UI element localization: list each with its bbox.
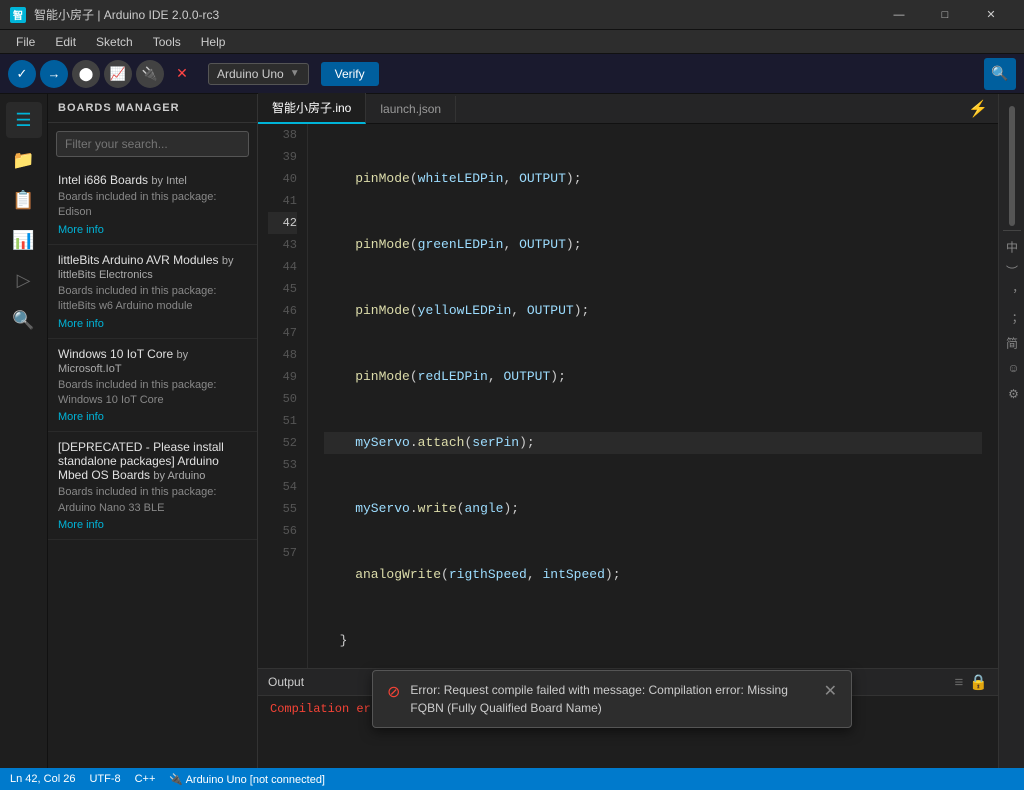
menu-tools[interactable]: Tools bbox=[143, 33, 191, 51]
right-btn-settings[interactable]: ⚙ bbox=[1001, 381, 1023, 407]
code-editor[interactable]: 38 39 40 41 42 43 44 45 46 47 48 49 50 5… bbox=[258, 124, 998, 668]
status-bar: Ln 42, Col 26 UTF-8 C++ 🔌 Arduino Uno [n… bbox=[0, 768, 1024, 790]
board-entry-name: Intel i686 Boards by Intel bbox=[58, 173, 247, 187]
output-actions: ≡ 🔒 bbox=[955, 673, 988, 691]
status-board: 🔌 Arduino Uno [not connected] bbox=[169, 773, 325, 786]
board-entry-name4: [DEPRECATED - Please install standalone … bbox=[58, 440, 247, 482]
tab-launch-json[interactable]: launch.json bbox=[366, 96, 456, 122]
error-toast-close-button[interactable]: ✕ bbox=[824, 681, 837, 701]
menu-help[interactable]: Help bbox=[191, 33, 236, 51]
right-btn-paren[interactable]: ） bbox=[1001, 259, 1023, 283]
status-line-col: Ln 42, Col 26 bbox=[10, 773, 75, 785]
menubar: File Edit Sketch Tools Help bbox=[0, 30, 1024, 54]
right-btn-emoji[interactable]: ☺ bbox=[1001, 355, 1023, 381]
sidebar-icon-debug[interactable]: ▷ bbox=[6, 262, 42, 298]
maximize-button[interactable]: □ bbox=[922, 0, 968, 30]
board-selector[interactable]: Arduino Uno ▼ bbox=[208, 63, 309, 85]
tab-actions: ⚡ bbox=[958, 97, 998, 121]
sidebar-icon-library[interactable]: 📊 bbox=[6, 222, 42, 258]
sidebar-icon-menu[interactable]: ☰ bbox=[6, 102, 42, 138]
right-btn-simplified[interactable]: 简 bbox=[1001, 331, 1023, 355]
board-more-info-win10iot[interactable]: More info bbox=[58, 411, 104, 423]
board-more-info-intel[interactable]: More info bbox=[58, 224, 104, 236]
upload-button[interactable]: → bbox=[40, 60, 68, 88]
status-language: C++ bbox=[135, 773, 156, 785]
code-content[interactable]: pinMode(whiteLEDPin, OUTPUT); pinMode(gr… bbox=[308, 124, 998, 668]
board-more-info-littlebits[interactable]: More info bbox=[58, 318, 104, 330]
serial-monitor-button[interactable]: 🔌 bbox=[136, 60, 164, 88]
board-entry-intel: Intel i686 Boards by Intel Boards includ… bbox=[48, 165, 257, 245]
titlebar: 智 智能小房子 | Arduino IDE 2.0.0-rc3 — □ ✕ bbox=[0, 0, 1024, 30]
board-dropdown-arrow: ▼ bbox=[290, 68, 300, 79]
board-more-info-mbed[interactable]: More info bbox=[58, 519, 104, 531]
output-lock-button[interactable]: 🔒 bbox=[969, 673, 988, 691]
editor-area: 智能小房子.ino launch.json ⚡ 38 39 40 41 42 4… bbox=[258, 94, 998, 768]
close-button[interactable]: ✕ bbox=[968, 0, 1014, 30]
right-scrollbar[interactable] bbox=[1009, 106, 1015, 226]
sidebar-icon-search[interactable]: 🔍 bbox=[6, 302, 42, 338]
right-btn-semicolon[interactable]: ； bbox=[1001, 307, 1023, 331]
sidebar-icon-boards[interactable]: 📋 bbox=[6, 182, 42, 218]
debug-button[interactable]: ⬤ bbox=[72, 60, 100, 88]
menu-sketch[interactable]: Sketch bbox=[86, 33, 143, 51]
output-title: Output bbox=[268, 675, 304, 689]
right-btn-comma[interactable]: ， bbox=[1001, 283, 1023, 307]
toolbar-right: 🔍 bbox=[984, 58, 1016, 90]
app-icon: 智 bbox=[10, 7, 26, 23]
verify-compile-button[interactable]: Verify bbox=[321, 62, 379, 86]
search-button[interactable]: 🔍 bbox=[984, 58, 1016, 90]
status-encoding: UTF-8 bbox=[89, 773, 120, 785]
board-entry-mbed: [DEPRECATED - Please install standalone … bbox=[48, 432, 257, 540]
board-name: Arduino Uno bbox=[217, 67, 284, 81]
error-toast-text: Error: Request compile failed with messa… bbox=[410, 681, 813, 717]
menu-file[interactable]: File bbox=[6, 33, 45, 51]
board-entry-littlebits: littleBits Arduino AVR Modules by little… bbox=[48, 245, 257, 339]
minimize-button[interactable]: — bbox=[876, 0, 922, 30]
sidebar-icon-files[interactable]: 📁 bbox=[6, 142, 42, 178]
toolbar: ✓ → ⬤ 📈 🔌 ✕ Arduino Uno ▼ Verify 🔍 bbox=[0, 54, 1024, 94]
boards-panel: BOARDS MANAGER Intel i686 Boards by Inte… bbox=[48, 94, 258, 768]
board-entry-name3: Windows 10 IoT Core by Microsoft.IoT bbox=[58, 347, 247, 375]
tab-main-ino[interactable]: 智能小房子.ino bbox=[258, 93, 366, 124]
tab-bar: 智能小房子.ino launch.json ⚡ bbox=[258, 94, 998, 124]
verify-button-icon[interactable]: ✓ bbox=[8, 60, 36, 88]
main-area: ☰ 📁 📋 📊 ▷ 🔍 BOARDS MANAGER Intel i686 Bo… bbox=[0, 94, 1024, 768]
error-toast-icon: ⊘ bbox=[387, 682, 400, 702]
boards-search-input[interactable] bbox=[56, 131, 249, 157]
boards-panel-title: BOARDS MANAGER bbox=[48, 94, 257, 123]
line-numbers: 38 39 40 41 42 43 44 45 46 47 48 49 50 5… bbox=[258, 124, 308, 668]
output-menu-button[interactable]: ≡ bbox=[955, 673, 964, 691]
window-controls: — □ ✕ bbox=[876, 0, 1014, 30]
error-toast: ⊘ Error: Request compile failed with mes… bbox=[372, 670, 852, 728]
board-entry-name2: littleBits Arduino AVR Modules by little… bbox=[58, 253, 247, 281]
right-panel: 中 ） ， ； 简 ☺ ⚙ bbox=[998, 94, 1024, 768]
right-divider bbox=[1003, 230, 1021, 231]
serial-plotter-button[interactable]: 📈 bbox=[104, 60, 132, 88]
window-title: 智能小房子 | Arduino IDE 2.0.0-rc3 bbox=[34, 6, 876, 23]
right-btn-chinese[interactable]: 中 bbox=[1001, 235, 1023, 259]
board-entry-win10iot: Windows 10 IoT Core by Microsoft.IoT Boa… bbox=[48, 339, 257, 433]
menu-edit[interactable]: Edit bbox=[45, 33, 86, 51]
close-tab-button[interactable]: ✕ bbox=[168, 60, 196, 88]
sidebar-icons: ☰ 📁 📋 📊 ▷ 🔍 bbox=[0, 94, 48, 768]
boards-list: Intel i686 Boards by Intel Boards includ… bbox=[48, 165, 257, 768]
split-editor-button[interactable]: ⚡ bbox=[964, 97, 992, 121]
